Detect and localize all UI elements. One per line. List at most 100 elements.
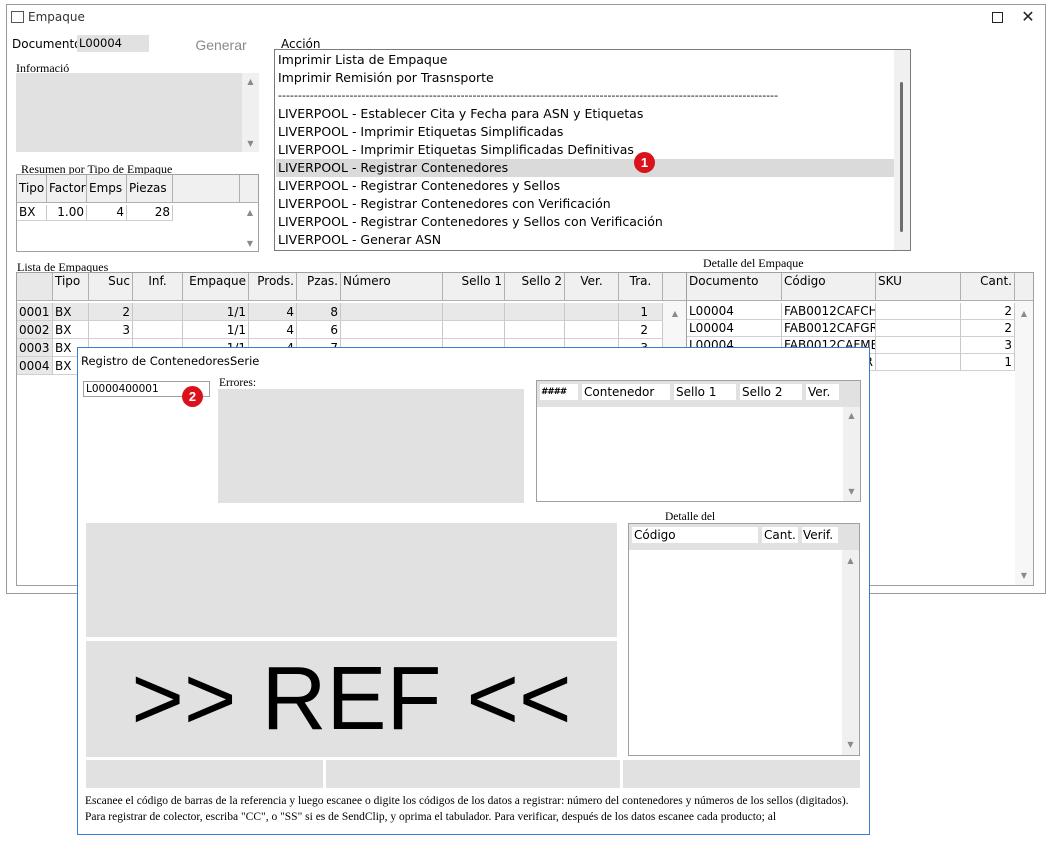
detalle-cell-sku: [876, 320, 961, 337]
lista-cell-tra: 2: [619, 321, 663, 339]
accion-item-establecer-cita[interactable]: LIVERPOOL - Establecer Cita y Fecha para…: [278, 105, 894, 123]
accion-scrollbar[interactable]: [894, 50, 910, 250]
lista-cell-sello1: [443, 321, 505, 339]
lista-cell-sello2: [505, 321, 565, 339]
lista-cell-prods: 4: [249, 303, 297, 321]
detalle-header-codigo[interactable]: Código: [782, 273, 876, 301]
lista-scroll-up-icon[interactable]: ▲: [667, 309, 683, 319]
scroll-down-icon[interactable]: ▼: [242, 139, 259, 149]
documento-field[interactable]: L00004: [77, 35, 149, 52]
detalle-cell-documento: L00004: [687, 303, 782, 320]
lista-header-pzas[interactable]: Pzas.: [297, 273, 341, 301]
contenedores-scroll-down-icon[interactable]: ▼: [843, 487, 860, 497]
resumen-header-factor[interactable]: Factor: [47, 175, 87, 203]
lista-header-empaque[interactable]: Empaque: [183, 273, 249, 301]
contenedores-header-contenedor[interactable]: Contenedor: [582, 384, 670, 400]
reference-big-text: >> REF <<: [131, 649, 572, 749]
window-app-icon: [11, 11, 24, 23]
accion-listbox[interactable]: Imprimir Lista de Empaque Imprimir Remis…: [274, 49, 911, 251]
detalle-scroll-up-icon[interactable]: ▲: [1016, 309, 1032, 319]
lista-cell-empaque: 1/1: [183, 303, 249, 321]
dialog-detalle-scrollbar[interactable]: ▲ ▼: [842, 550, 859, 755]
accion-item-imprimir-etiquetas-definitivas[interactable]: LIVERPOOL - Imprimir Etiquetas Simplific…: [278, 141, 894, 159]
status-cell-3: [623, 760, 860, 788]
lista-header-suc[interactable]: Suc: [89, 273, 133, 301]
detalle-cell-codigo: FAB0012CAFCHI: [782, 303, 876, 320]
table-row[interactable]: 0001 BX 2 1/1 4 8 1: [17, 303, 663, 321]
contenedores-header-ver[interactable]: Ver.: [806, 384, 839, 400]
lista-cell-suc: 3: [89, 321, 133, 339]
table-row[interactable]: 0002 BX 3 1/1 4 6 2: [17, 321, 663, 339]
detalle-scroll-down-icon[interactable]: ▼: [1016, 571, 1032, 581]
generar-button[interactable]: Generar: [191, 36, 251, 54]
lista-cell-sello1: [443, 303, 505, 321]
accion-item-imprimir-remision[interactable]: Imprimir Remisión por Trasnsporte: [278, 69, 894, 87]
lista-cell-tipo: BX: [53, 321, 89, 339]
lista-header-tipo[interactable]: Tipo: [53, 273, 89, 301]
resumen-scroll-up-icon[interactable]: ▲: [242, 208, 258, 218]
dialog-title: Registro de Contenedores:: [81, 354, 234, 368]
dialog-detalle-label: Detalle del: [665, 511, 716, 523]
resumen-table: Tipo Factor Emps Piezas BX 1.00 4 28 ▲ ▼: [16, 174, 259, 252]
maximize-icon[interactable]: [992, 12, 1003, 23]
lista-header-numero[interactable]: Número: [341, 273, 443, 301]
lista-cell-id: 0001: [17, 303, 53, 321]
lista-header-sello2[interactable]: Sello 2: [505, 273, 565, 301]
title-bar: Empaque ✕: [7, 5, 1045, 32]
dialog-detalle-header-verif[interactable]: Verif.: [802, 527, 838, 543]
detalle-cell-sku: [876, 303, 961, 320]
contenedores-scroll-up-icon[interactable]: ▲: [843, 411, 860, 421]
accion-item-separator[interactable]: ----------------------------------------…: [278, 87, 894, 105]
contenedores-scrollbar[interactable]: ▲ ▼: [843, 407, 860, 501]
resumen-cell-piezas: 28: [127, 205, 173, 221]
dialog-detalle-table: Código Cant. Verif. ▲ ▼: [628, 523, 860, 756]
detalle-header-sku[interactable]: SKU: [876, 273, 961, 301]
errores-box: [218, 389, 524, 503]
lista-cell-id: 0004: [17, 357, 53, 375]
table-row[interactable]: L00004 FAB0012CAFGRA 2: [687, 320, 1015, 337]
detalle-header-cant[interactable]: Cant.: [961, 273, 1015, 301]
accion-item-imprimir-etiquetas[interactable]: LIVERPOOL - Imprimir Etiquetas Simplific…: [278, 123, 894, 141]
detalle-label: Detalle del Empaque: [703, 256, 804, 270]
detalle-cell-sku: [876, 354, 961, 371]
accion-item-registrar-contenedores-verificacion[interactable]: LIVERPOOL - Registrar Contenedores con V…: [278, 195, 894, 213]
dialog-detalle-header-codigo[interactable]: Código: [632, 527, 758, 543]
lista-header-sello1[interactable]: Sello 1: [443, 273, 505, 301]
resumen-scroll-down-icon[interactable]: ▼: [242, 239, 258, 249]
resumen-header-piezas[interactable]: Piezas: [127, 175, 173, 203]
accion-item-generar-asn[interactable]: LIVERPOOL - Generar ASN: [278, 231, 894, 249]
contenedores-header-hash[interactable]: ####: [540, 384, 578, 400]
accion-item-registrar-contenedores-sellos[interactable]: LIVERPOOL - Registrar Contenedores y Sel…: [278, 177, 894, 195]
lista-header-tra[interactable]: Tra.: [619, 273, 663, 301]
detalle-cell-codigo: FAB0012CAFGRA: [782, 320, 876, 337]
scroll-up-icon[interactable]: ▲: [242, 77, 259, 87]
accion-item-registrar-contenedores[interactable]: LIVERPOOL - Registrar Contenedores: [276, 159, 894, 177]
contenedores-header-sello1[interactable]: Sello 1: [674, 384, 736, 400]
informacion-scrollbar[interactable]: ▲ ▼: [242, 73, 259, 152]
detalle-cell-cant: 3: [961, 337, 1015, 354]
accion-item-registrar-contenedores-sellos-verificacion[interactable]: LIVERPOOL - Registrar Contenedores y Sel…: [278, 213, 894, 231]
reference-display: >> REF <<: [86, 641, 617, 757]
lista-header-inf[interactable]: Inf.: [133, 273, 183, 301]
resumen-header-tipo[interactable]: Tipo: [17, 175, 47, 203]
dialog-detalle-scroll-down-icon[interactable]: ▼: [842, 740, 859, 750]
accion-item-imprimir-lista[interactable]: Imprimir Lista de Empaque: [278, 51, 894, 69]
dialog-detalle-header-cant[interactable]: Cant.: [762, 527, 798, 543]
accion-scroll-thumb[interactable]: [900, 82, 903, 232]
close-icon[interactable]: ✕: [1020, 7, 1036, 27]
lista-header-rowheader: [17, 273, 53, 301]
detalle-cell-cant: 1: [961, 354, 1015, 371]
informacion-textbox[interactable]: ▲ ▼: [16, 73, 259, 152]
resumen-header-emps[interactable]: Emps: [87, 175, 127, 203]
lista-cell-inf: [133, 321, 183, 339]
resumen-row[interactable]: BX 1.00 4 28: [17, 205, 240, 221]
table-row[interactable]: L00004 FAB0012CAFCHI 2: [687, 303, 1015, 320]
lista-cell-sello2: [505, 303, 565, 321]
lista-header-prods[interactable]: Prods.: [249, 273, 297, 301]
step-badge-1: 1: [634, 152, 655, 173]
dialog-detalle-scroll-up-icon[interactable]: ▲: [842, 556, 859, 566]
contenedores-header-sello2[interactable]: Sello 2: [740, 384, 802, 400]
detalle-scrollbar[interactable]: ▲ ▼: [1015, 301, 1033, 585]
detalle-header-documento[interactable]: Documento: [687, 273, 782, 301]
lista-header-ver[interactable]: Ver.: [565, 273, 619, 301]
